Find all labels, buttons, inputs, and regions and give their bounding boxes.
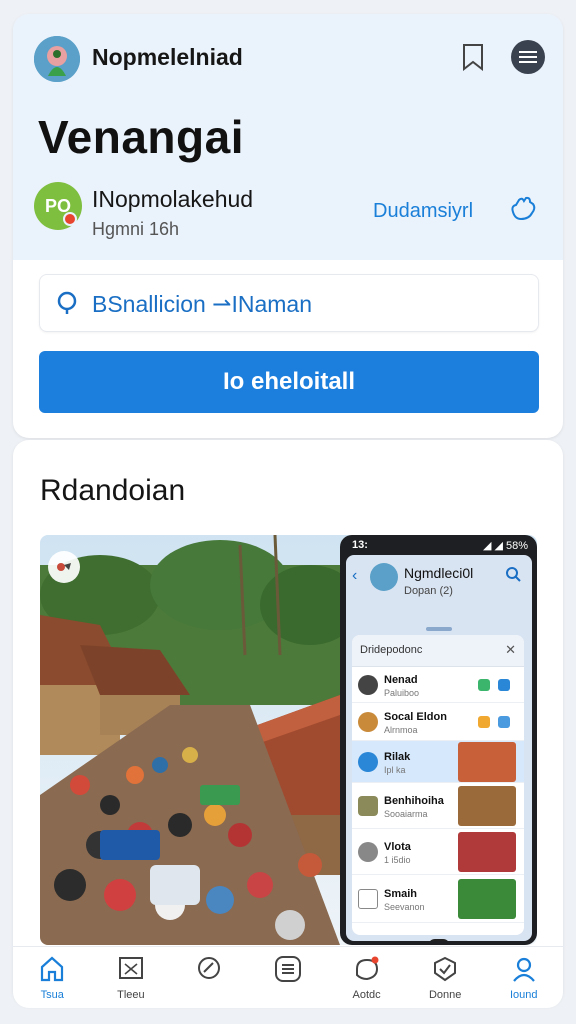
avatar (358, 752, 378, 772)
phone-search-icon[interactable] (504, 565, 522, 583)
back-icon[interactable]: ‹ (352, 567, 357, 585)
list-item-sub: Ipl ka (384, 765, 406, 775)
badge-icon (434, 956, 457, 982)
nav-label: Donne (428, 989, 462, 1001)
market-photo[interactable]: 13: ◢ ◢ 58% ‹ Ngmdleci0l Dopan (2) Dride… (40, 535, 537, 945)
user-subtitle: Hgmni 16h (92, 219, 180, 239)
search-text: BSnallicion ⇀INaman (92, 291, 312, 317)
nav-label: Aotdc (352, 989, 381, 1001)
list-item-name: Smaih (384, 888, 418, 900)
star-icon (478, 716, 490, 728)
list-item[interactable]: Rilak Ipl ka (352, 741, 524, 783)
follow-link[interactable]: Dudamsiyrl (373, 200, 473, 223)
photo-badge[interactable] (48, 551, 80, 583)
list-item[interactable]: Benhihoiha Sooaiarma (352, 783, 524, 829)
list-item-name: Nenad (384, 674, 418, 686)
close-icon[interactable]: ✕ (505, 642, 516, 658)
thumbnail (458, 742, 516, 782)
list-item-sub: Alrnmoa (384, 725, 418, 735)
panel-title: Dridepodonc (360, 644, 423, 656)
phone-status-bar: 13: ◢ ◢ 58% (350, 539, 530, 552)
thumbnail (458, 786, 516, 826)
list-item-sub: Paluiboo (384, 688, 420, 698)
search-icon (57, 291, 77, 314)
list-item-name: Benhihoiha (384, 795, 444, 807)
list-item-sub: 1 i5dio (384, 855, 411, 865)
phone-screen: ‹ Ngmdleci0l Dopan (2) Dridepodonc ✕ Nen… (346, 555, 532, 941)
avatar (358, 842, 378, 862)
nav-label: Tleeu (117, 989, 145, 1001)
nav-label: Tsua (40, 989, 64, 1001)
nav-tags[interactable] (170, 947, 249, 1008)
list-item-name: Rilak (384, 751, 411, 763)
list-item[interactable]: Vlota 1 i5dio (352, 829, 524, 875)
status-dot (63, 212, 77, 226)
bookmark-button[interactable] (457, 40, 489, 74)
list-item-sub: Seevanon (384, 902, 425, 912)
phone-panel: Dridepodonc ✕ Nenad Paluiboo Socal Eldon… (352, 635, 524, 935)
list-item[interactable]: Socal Eldon Alrnmoa (352, 703, 524, 741)
page-title: Venangai (38, 111, 244, 163)
section-title: Rdandoian (40, 474, 186, 507)
phone-title: Ngmdleci0l (404, 565, 474, 581)
notification-icon (355, 956, 379, 981)
avatar (358, 796, 378, 816)
chat-icon (478, 679, 490, 691)
list-item[interactable]: Nenad Paluiboo (352, 667, 524, 703)
image-icon (118, 957, 143, 979)
user-name: INopmolakehud (92, 186, 254, 212)
nav-images[interactable]: Tleeu (92, 947, 171, 1008)
drag-handle[interactable] (426, 627, 452, 631)
bookmark-icon (463, 44, 483, 71)
phone-time: 13: (352, 539, 368, 551)
avatar (358, 889, 378, 909)
nav-list[interactable] (249, 947, 328, 1008)
profile-card: Nopmelelniad Venangai PO INopmolakehud H… (13, 14, 563, 438)
phone-mockup: 13: ◢ ◢ 58% ‹ Ngmdleci0l Dopan (2) Dride… (340, 535, 537, 945)
menu-icon (519, 51, 537, 63)
nav-home[interactable]: Tsua (13, 947, 92, 1008)
tag-icon (198, 957, 221, 979)
list-item[interactable]: Smaih Seevanon (352, 875, 524, 923)
message-icon (498, 679, 510, 691)
app-logo (34, 36, 80, 82)
wave-button[interactable] (507, 194, 539, 226)
message-icon (498, 716, 510, 728)
phone-fab[interactable] (428, 939, 450, 941)
list-item-name: Vlota (384, 841, 411, 853)
wave-icon (511, 196, 536, 221)
phone-avatar (370, 563, 398, 591)
nav-badges[interactable]: Donne (406, 947, 485, 1008)
list-item-name: Socal Eldon (384, 711, 447, 723)
nav-notifications[interactable]: Aotdc (327, 947, 406, 1008)
thumbnail (458, 832, 516, 872)
menu-button[interactable] (511, 40, 545, 74)
nav-profile[interactable]: Iound (484, 947, 563, 1008)
phone-subtitle: Dopan (2) (404, 585, 453, 597)
primary-button[interactable]: Io eheloitall (39, 351, 539, 413)
phone-signal: ◢ ◢ 58% (482, 540, 528, 552)
content-card: Rdandoian 13: ◢ ◢ 58% ‹ Ngmdleci0l Dopan… (13, 440, 563, 1006)
home-icon (41, 956, 64, 982)
list-icon (275, 956, 302, 982)
profile-icon (512, 957, 535, 982)
panel-header: Dridepodonc ✕ (352, 635, 524, 667)
tag-icon (57, 563, 71, 571)
thumbnail (458, 879, 516, 919)
list-item-sub: Sooaiarma (384, 809, 428, 819)
bottom-nav: Tsua Tleeu Aotdc Donne Iound (13, 946, 563, 1008)
nav-label: Iound (509, 989, 538, 1001)
app-name: Nopmelelniad (92, 44, 243, 70)
search-field[interactable]: BSnallicion ⇀INaman (39, 274, 539, 332)
avatar (358, 675, 378, 695)
avatar (358, 712, 378, 732)
